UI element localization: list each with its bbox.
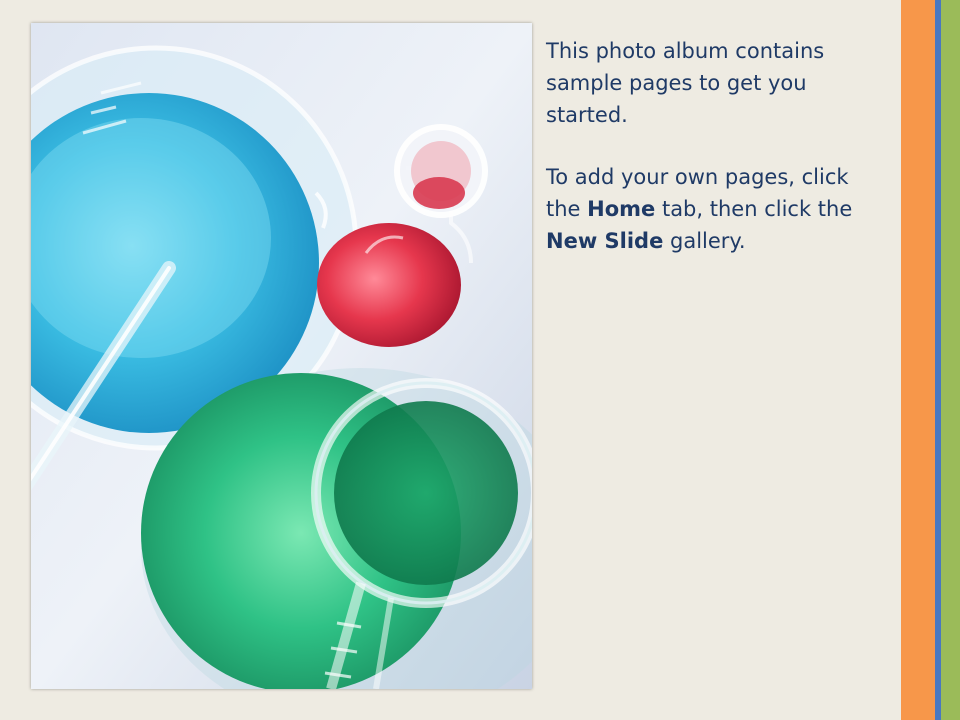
caption-instructions: To add your own pages, click the Home ta… [546, 161, 876, 257]
caption-intro: This photo album contains sample pages t… [546, 39, 825, 127]
lab-glassware-photo [31, 23, 532, 689]
caption-instructions-part2: tab, then click the [655, 197, 853, 221]
new-slide-reference: New Slide [546, 229, 664, 253]
caption-instructions-part3: gallery. [663, 229, 746, 253]
photo-caption: This photo album contains sample pages t… [546, 35, 876, 287]
photo-illustration [31, 23, 532, 689]
slide: This photo album contains sample pages t… [0, 0, 960, 720]
orange-accent-stripe [901, 0, 935, 720]
home-tab-reference: Home [587, 197, 656, 221]
green-accent-stripe [941, 0, 960, 720]
